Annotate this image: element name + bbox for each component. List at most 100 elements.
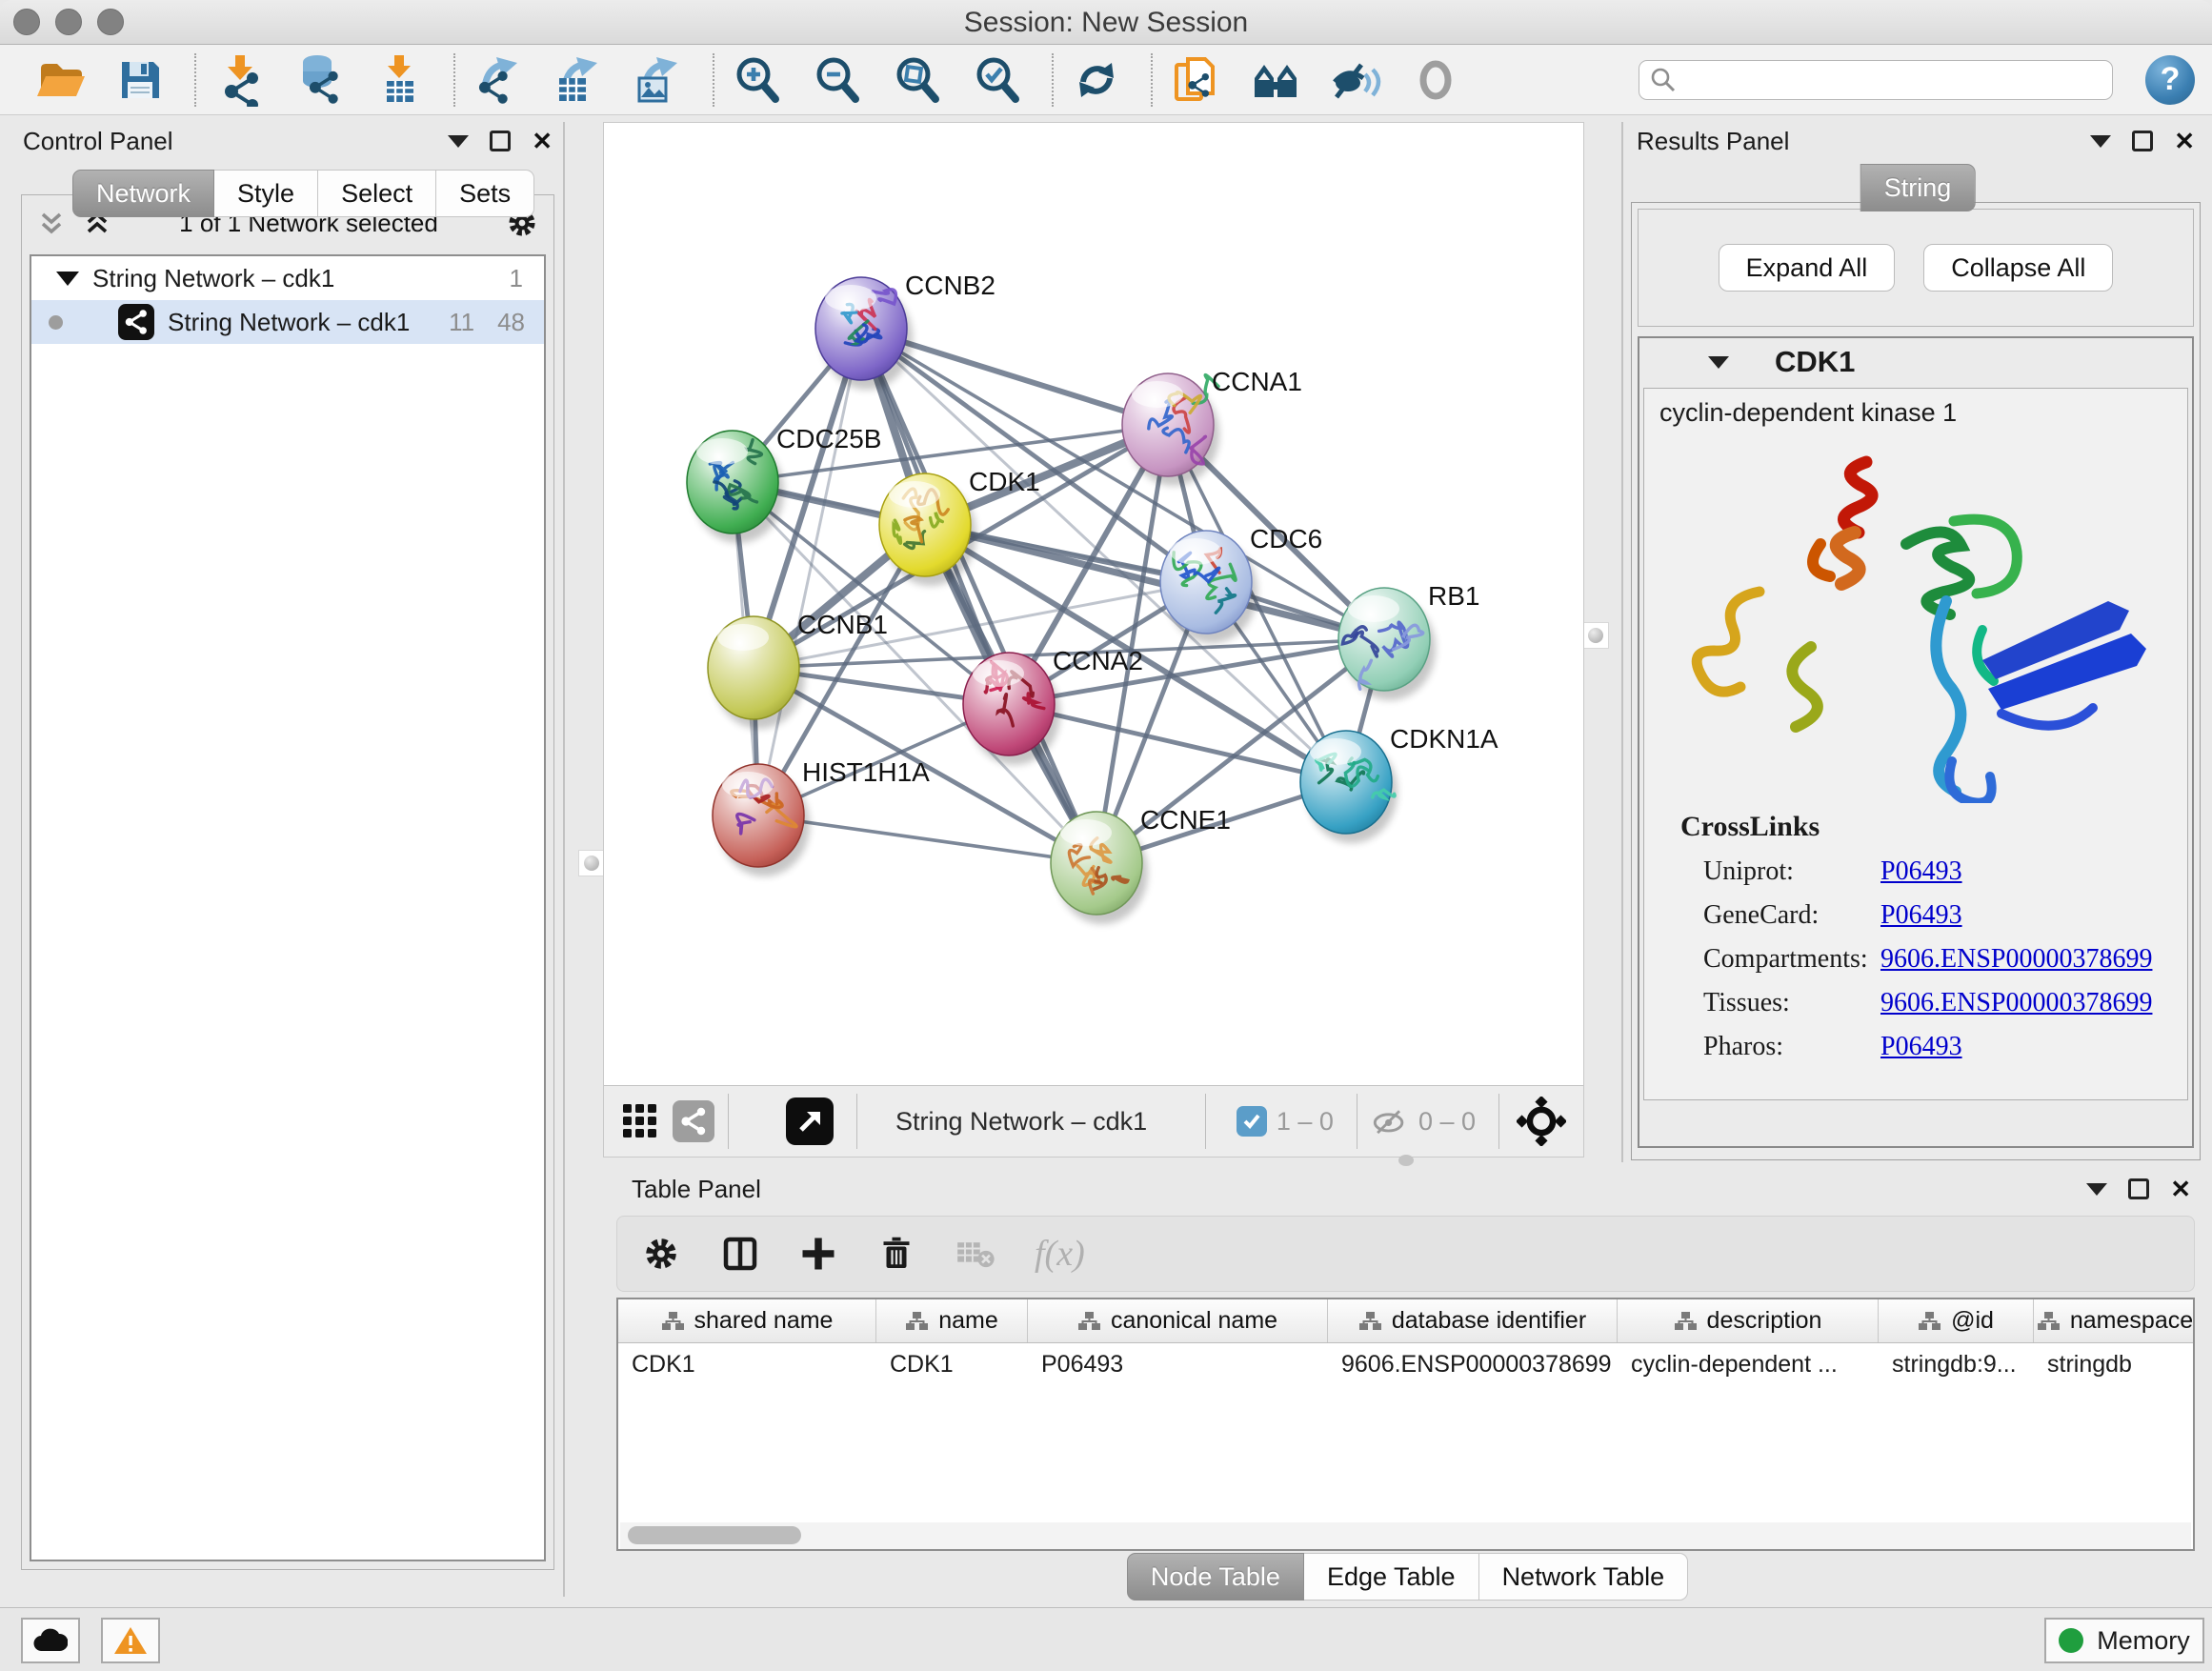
help-button[interactable]: ? <box>2145 55 2195 105</box>
tab-edge-table[interactable]: Edge Table <box>1304 1553 1479 1601</box>
birds-eye-view-icon[interactable] <box>1517 1097 1566 1146</box>
scrollbar-thumb[interactable] <box>628 1526 801 1544</box>
table-settings-gear-icon[interactable] <box>640 1233 682 1275</box>
hide-selected-button[interactable] <box>1328 51 1383 109</box>
float-panel-icon[interactable] <box>2090 135 2111 148</box>
network-node-HIST1H1A[interactable]: HIST1H1A <box>713 757 930 876</box>
tab-style[interactable]: Style <box>214 170 318 217</box>
collapse-arrow-icon[interactable] <box>1708 356 1729 369</box>
crosslink-link[interactable]: P06493 <box>1880 1032 1962 1062</box>
column-header-database-identifier[interactable]: database identifier <box>1328 1299 1618 1342</box>
node-label-CCNB1: CCNB1 <box>797 610 888 639</box>
save-session-button[interactable] <box>112 51 168 109</box>
column-header--id[interactable]: @id <box>1879 1299 2034 1342</box>
export-table-button[interactable] <box>551 51 606 109</box>
node-label-CDC6: CDC6 <box>1250 524 1322 554</box>
tab-network-table[interactable]: Network Table <box>1479 1553 1689 1601</box>
left-splitter-handle[interactable] <box>578 850 605 876</box>
open-session-button[interactable] <box>32 51 88 109</box>
gene-card-header[interactable]: CDK1 <box>1639 338 2192 386</box>
new-network-from-selection-button[interactable] <box>1168 51 1223 109</box>
toolbar-separator <box>1151 53 1153 107</box>
crosslink-link[interactable]: P06493 <box>1880 856 1962 887</box>
network-node-CDC6[interactable]: CDC6 <box>1160 524 1322 643</box>
table-cell[interactable]: CDK1 <box>876 1343 1028 1385</box>
close-panel-icon[interactable]: ✕ <box>532 129 553 153</box>
zoom-in-icon <box>731 53 784 107</box>
tab-node-table[interactable]: Node Table <box>1127 1553 1304 1601</box>
network-node-CDKN1A[interactable]: CDKN1A <box>1300 724 1498 843</box>
warnings-button[interactable] <box>101 1618 160 1663</box>
maximize-panel-icon[interactable] <box>2128 1178 2149 1199</box>
network-type-badge-icon[interactable] <box>673 1100 714 1142</box>
delete-column-trash-icon[interactable] <box>876 1234 916 1274</box>
crosslink-link[interactable]: P06493 <box>1880 900 1962 931</box>
right-splitter-handle[interactable] <box>1582 622 1609 649</box>
zoom-out-button[interactable] <box>810 51 865 109</box>
table-cell[interactable]: CDK1 <box>618 1343 876 1385</box>
table-cell[interactable]: stringdb <box>2034 1343 2195 1385</box>
tab-sets[interactable]: Sets <box>436 170 534 217</box>
toolbar-separator <box>453 53 455 107</box>
tab-select[interactable]: Select <box>318 170 436 217</box>
network-node-RB1[interactable]: RB1 <box>1338 581 1479 700</box>
maximize-panel-icon[interactable] <box>2132 131 2153 151</box>
column-header-name[interactable]: name <box>876 1299 1028 1342</box>
network-node-CCNE1[interactable]: CCNE1 <box>1051 805 1231 924</box>
crosslink-link[interactable]: 9606.ENSP00000378699 <box>1880 944 2152 975</box>
crosslink-label: Uniprot: <box>1703 856 1880 887</box>
table-panel: Table Panel ✕ <box>603 1164 2212 1608</box>
table-cell[interactable]: stringdb:9... <box>1879 1343 2034 1385</box>
table-cell[interactable]: P06493 <box>1028 1343 1328 1385</box>
first-neighbors-button[interactable] <box>1248 51 1303 109</box>
network-row[interactable]: String Network – cdk1 11 48 <box>31 300 544 344</box>
crosslink-row: GeneCard:P06493 <box>1703 900 2187 931</box>
import-network-database-button[interactable] <box>292 51 347 109</box>
tab-string[interactable]: String <box>1860 164 1976 211</box>
crosslink-link[interactable]: 9606.ENSP00000378699 <box>1880 988 2152 1018</box>
selected-checkbox-icon[interactable] <box>1237 1106 1267 1137</box>
grid-view-icon[interactable] <box>621 1102 659 1140</box>
tab-network[interactable]: Network <box>72 170 214 217</box>
column-header-namespace[interactable]: namespace <box>2034 1299 2195 1342</box>
import-network-file-button[interactable] <box>211 51 267 109</box>
add-column-icon[interactable] <box>798 1234 838 1274</box>
table-row[interactable]: CDK1CDK1P064939606.ENSP00000378699cyclin… <box>618 1343 2193 1385</box>
show-all-button[interactable] <box>1408 51 1463 109</box>
maximize-panel-icon[interactable] <box>490 131 511 151</box>
show-columns-icon[interactable] <box>720 1234 760 1274</box>
network-collection-row[interactable]: String Network – cdk1 1 <box>31 256 544 300</box>
network-canvas[interactable]: CCNB2CCNA1CDC25BCDK1CDC6RB1CCNB1CCNA2CDK… <box>604 123 1583 1086</box>
search-input[interactable] <box>1685 65 2102 94</box>
collapse-all-button[interactable]: Collapse All <box>1923 244 2113 292</box>
close-panel-icon[interactable]: ✕ <box>2170 1177 2191 1201</box>
close-panel-icon[interactable]: ✕ <box>2174 129 2195 153</box>
export-image-button[interactable] <box>631 51 686 109</box>
horizontal-scrollbar[interactable] <box>620 1522 2191 1549</box>
float-panel-icon[interactable] <box>448 135 469 148</box>
collapse-arrow-icon[interactable] <box>56 272 79 286</box>
table-cell[interactable]: cyclin-dependent ... <box>1618 1343 1879 1385</box>
table-cell[interactable]: 9606.ENSP00000378699 <box>1328 1343 1618 1385</box>
export-network-button[interactable] <box>471 51 526 109</box>
zoom-fit-button[interactable] <box>890 51 945 109</box>
apply-layout-button[interactable] <box>1069 51 1124 109</box>
export-network-icon <box>472 53 525 107</box>
string-results-content: Expand All Collapse All CDK1 cyclin-depe… <box>1631 202 2201 1160</box>
import-table-file-button[interactable] <box>372 51 427 109</box>
network-node-CCNB1[interactable]: CCNB1 <box>708 610 888 729</box>
open-in-window-icon[interactable] <box>786 1097 834 1145</box>
column-header-description[interactable]: description <box>1618 1299 1879 1342</box>
zoom-in-button[interactable] <box>730 51 785 109</box>
expand-all-button[interactable]: Expand All <box>1719 244 1896 292</box>
column-header-canonical-name[interactable]: canonical name <box>1028 1299 1328 1342</box>
memory-button[interactable]: Memory <box>2044 1618 2204 1663</box>
column-header-shared-name[interactable]: shared name <box>618 1299 876 1342</box>
node-label-CCNA1: CCNA1 <box>1212 367 1302 396</box>
cloud-button[interactable] <box>21 1618 80 1663</box>
float-panel-icon[interactable] <box>2086 1183 2107 1196</box>
zoom-selected-button[interactable] <box>970 51 1025 109</box>
network-node-CDK1[interactable]: CDK1 <box>879 467 1040 586</box>
toolbar-search[interactable] <box>1639 60 2113 100</box>
collapse-all-icon[interactable] <box>35 207 68 239</box>
